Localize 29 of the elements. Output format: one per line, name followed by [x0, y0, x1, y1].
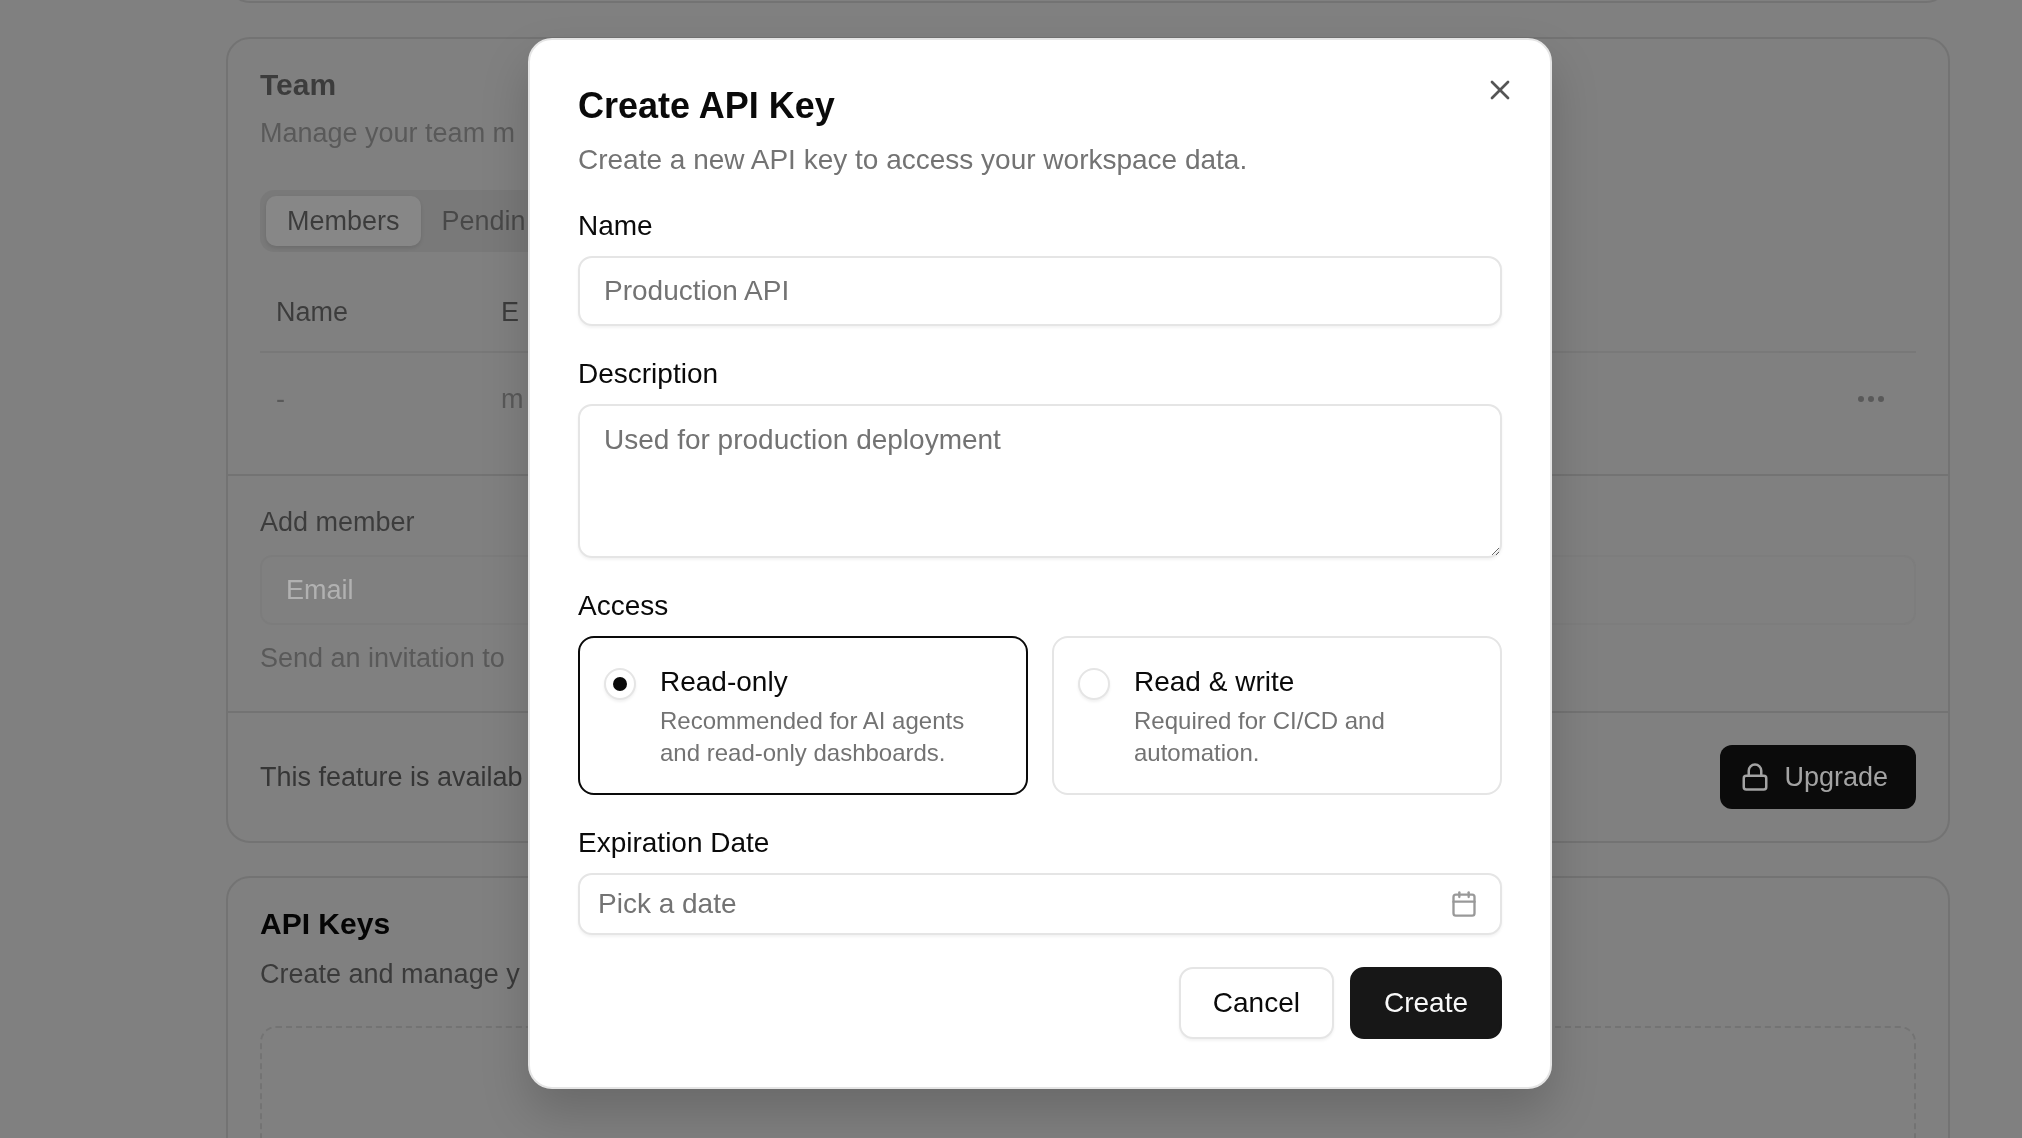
- option-title: Read-only: [660, 665, 788, 699]
- field-label: Access: [578, 592, 669, 620]
- cancel-button[interactable]: Cancel: [1178, 967, 1334, 1039]
- radio-button[interactable]: [604, 668, 636, 700]
- text-field[interactable]: Production API: [578, 256, 1502, 326]
- submit-button[interactable]: Create: [1349, 967, 1502, 1039]
- table-cell-text: -: [276, 383, 285, 416]
- field-label: Name: [578, 212, 653, 240]
- option-description: Required for CI/CD and automation.: [1134, 706, 1386, 768]
- card-title: API Keys: [260, 906, 391, 942]
- calendar-icon: [1450, 890, 1478, 918]
- field-label: Add member: [260, 508, 415, 536]
- textarea-field[interactable]: Used for production deployment: [578, 404, 1502, 558]
- card-description: Create and manage y: [260, 958, 520, 991]
- lock-icon: [1740, 762, 1771, 792]
- column-header: E: [501, 296, 519, 329]
- access-option-card[interactable]: Read & write Required for CI/CD and automation.: [1052, 636, 1502, 795]
- upgrade-notice: This feature is availab: [260, 761, 523, 794]
- card-title: Team: [260, 67, 337, 103]
- date-picker-field[interactable]: Pick a date: [578, 873, 1502, 935]
- field-label: Expiration Date: [578, 829, 770, 857]
- dialog-description: Create a new API key to access your workspace data.: [578, 143, 1248, 177]
- option-description: Recommended for AI agents and read-only dashboards.: [660, 706, 966, 768]
- field-label: Description: [578, 360, 719, 388]
- radio-button[interactable]: [1078, 668, 1110, 700]
- option-title: Read & write: [1134, 665, 1295, 699]
- dialog-title: Create API Key: [578, 86, 835, 126]
- column-header: Name: [276, 296, 349, 329]
- access-option-card[interactable]: Read-only Recommended for AI agents and read-only dashboards.: [578, 636, 1028, 795]
